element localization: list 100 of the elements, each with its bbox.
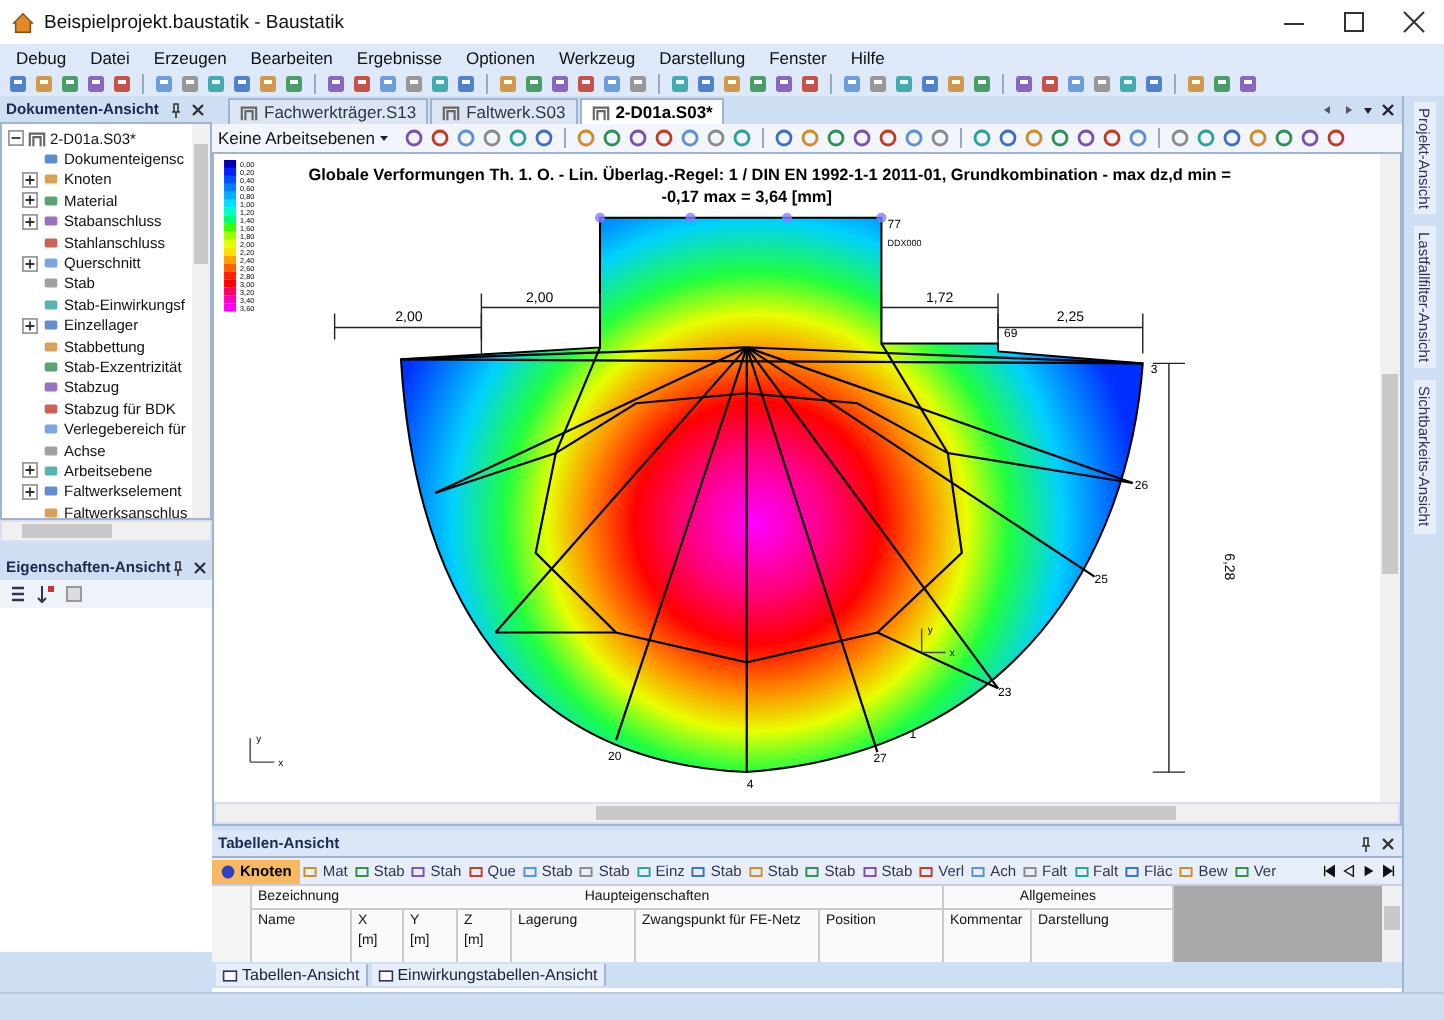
toolbar-icon[interactable] — [904, 128, 925, 148]
toolbar-icon[interactable] — [628, 128, 649, 148]
toolbar-icon[interactable] — [498, 74, 518, 94]
toolbar-icon[interactable] — [1040, 74, 1060, 94]
expander-icon[interactable] — [22, 255, 38, 272]
page-icon[interactable] — [64, 584, 84, 604]
view-tab[interactable]: Einwirkungstabellen-Ansicht — [371, 964, 606, 986]
view-tab[interactable]: Tabellen-Ansicht — [216, 964, 368, 986]
menu-item[interactable]: Debug — [16, 48, 67, 68]
close-icon[interactable] — [1380, 835, 1396, 851]
close-icon[interactable] — [190, 101, 206, 117]
toolbar-icon[interactable] — [878, 128, 899, 148]
toolbar-icon[interactable] — [946, 74, 966, 94]
toolbar-icon[interactable] — [1186, 74, 1206, 94]
toolbar-icon[interactable] — [34, 74, 54, 94]
toolbar-icon[interactable] — [1050, 128, 1071, 148]
toolbar-icon[interactable] — [1092, 74, 1112, 94]
pin-icon[interactable] — [1358, 835, 1374, 851]
sort-icon[interactable] — [8, 584, 28, 604]
menu-item[interactable]: Datei — [90, 48, 130, 68]
toolbar-icon[interactable] — [706, 128, 727, 148]
menu-item[interactable]: Optionen — [465, 48, 535, 68]
scrollbar[interactable] — [1380, 154, 1400, 802]
toolbar-icon[interactable] — [998, 128, 1019, 148]
first-icon[interactable] — [1322, 864, 1336, 878]
toolbar-icon[interactable] — [284, 74, 304, 94]
toolbar-icon[interactable] — [654, 128, 675, 148]
menu-item[interactable]: Fenster — [769, 48, 827, 68]
toolbar-icon[interactable] — [680, 128, 701, 148]
toolbar-icon[interactable] — [206, 74, 226, 94]
toolbar-icon[interactable] — [576, 128, 597, 148]
next-icon[interactable] — [1362, 864, 1376, 878]
toolbar-icon[interactable] — [378, 74, 398, 94]
menu-item[interactable]: Erzeugen — [153, 48, 227, 68]
toolbar-icon[interactable] — [258, 74, 278, 94]
toolbar-icon[interactable] — [60, 74, 80, 94]
toolbar-icon[interactable] — [1014, 74, 1034, 94]
toolbar-icon[interactable] — [774, 128, 795, 148]
toolbar-icon[interactable] — [1326, 128, 1347, 148]
expander-icon[interactable] — [22, 462, 38, 479]
document-tab[interactable]: Faltwerk.S03 — [430, 98, 578, 124]
toolbar-icon[interactable] — [894, 74, 914, 94]
toolbar-icon[interactable] — [456, 128, 477, 148]
toolbar-icon[interactable] — [1066, 74, 1086, 94]
toolbar-icon[interactable] — [628, 74, 648, 94]
toolbar-icon[interactable] — [112, 74, 132, 94]
toolbar-icon[interactable] — [1076, 128, 1097, 148]
toolbar-icon[interactable] — [602, 74, 622, 94]
menu-item[interactable]: Darstellung — [659, 48, 746, 68]
expander-icon[interactable] — [22, 192, 38, 209]
toolbar-icon[interactable] — [430, 74, 450, 94]
toolbar-icon[interactable] — [602, 128, 623, 148]
toolbar-icon[interactable] — [826, 128, 847, 148]
workplane-dropdown[interactable]: Keine Arbeitsebenen — [218, 128, 391, 148]
toolbar-icon[interactable] — [800, 74, 820, 94]
expander-icon[interactable] — [22, 171, 38, 188]
toolbar-icon[interactable] — [1102, 128, 1123, 148]
scroll-right-icon[interactable] — [1340, 102, 1356, 118]
scrollbar[interactable] — [0, 520, 212, 542]
toolbar-icon[interactable] — [800, 128, 821, 148]
expander-icon[interactable] — [22, 483, 38, 500]
toolbar-icon[interactable] — [972, 128, 993, 148]
scrollbar[interactable] — [192, 124, 210, 518]
toolbar-icon[interactable] — [1300, 128, 1321, 148]
toolbar-icon[interactable] — [748, 74, 768, 94]
toolbar-icon[interactable] — [326, 74, 346, 94]
expander-icon[interactable] — [22, 213, 38, 230]
scrollbar[interactable] — [1382, 886, 1402, 962]
toolbar-icon[interactable] — [456, 74, 476, 94]
last-icon[interactable] — [1382, 864, 1396, 878]
toolbar-icon[interactable] — [920, 74, 940, 94]
toolbar-icon[interactable] — [232, 74, 252, 94]
scroll-left-icon[interactable] — [1320, 102, 1336, 118]
toolbar-icon[interactable] — [696, 74, 716, 94]
toolbar-icon[interactable] — [524, 74, 544, 94]
menu-item[interactable]: Hilfe — [850, 48, 885, 68]
toolbar-icon[interactable] — [868, 74, 888, 94]
toolbar-icon[interactable] — [508, 128, 529, 148]
toolbar-icon[interactable] — [1248, 128, 1269, 148]
expander-icon[interactable] — [8, 130, 24, 147]
menu-item[interactable]: Ergebnisse — [356, 48, 442, 68]
toolbar-icon[interactable] — [842, 74, 862, 94]
toolbar-icon[interactable] — [972, 74, 992, 94]
toolbar-icon[interactable] — [1196, 128, 1217, 148]
pin-icon[interactable] — [170, 559, 187, 575]
toolbar-icon[interactable] — [670, 74, 690, 94]
toolbar-icon[interactable] — [1238, 74, 1258, 94]
document-tab[interactable]: 2-D01a.S03* — [579, 98, 725, 124]
toolbar-icon[interactable] — [404, 128, 425, 148]
toolbar-icon[interactable] — [534, 128, 555, 148]
toolbar-icon[interactable] — [404, 74, 424, 94]
dropdown-icon[interactable] — [1360, 102, 1376, 118]
toolbar-icon[interactable] — [576, 74, 596, 94]
close-icon[interactable] — [192, 559, 209, 575]
toolbar-icon[interactable] — [86, 74, 106, 94]
toolbar-icon[interactable] — [154, 74, 174, 94]
toolbar-icon[interactable] — [1170, 128, 1191, 148]
toolbar-icon[interactable] — [1274, 128, 1295, 148]
toolbar-icon[interactable] — [1212, 74, 1232, 94]
toolbar-icon[interactable] — [1144, 74, 1164, 94]
